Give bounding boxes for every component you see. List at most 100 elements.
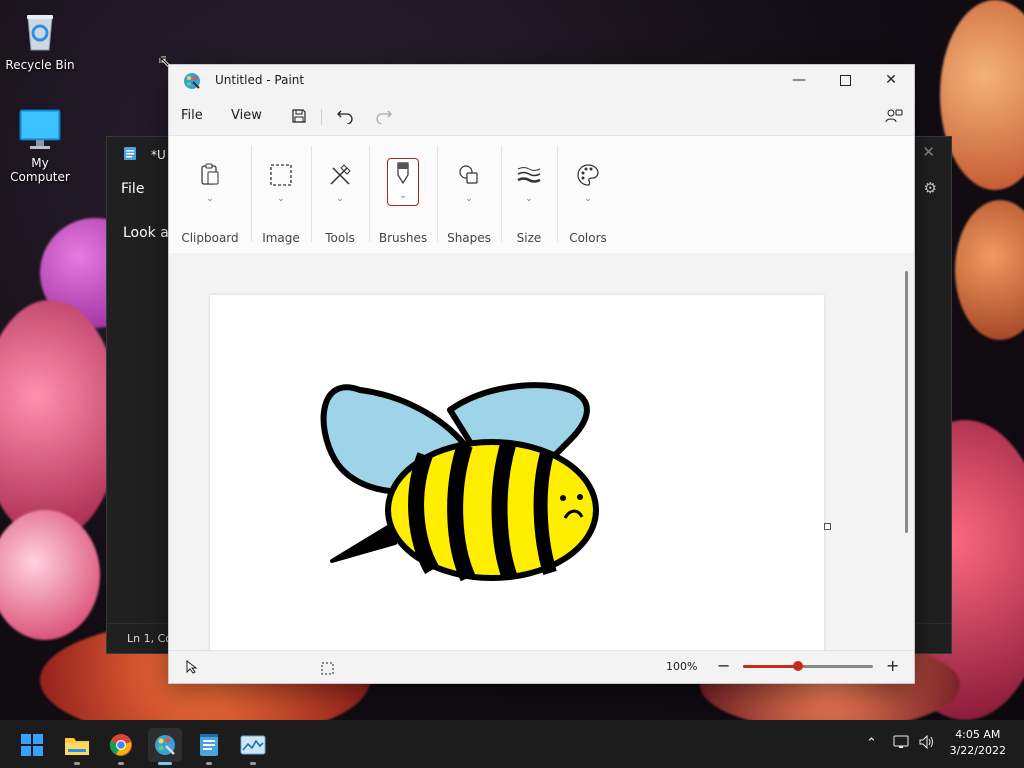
tools-icon	[327, 162, 353, 188]
volume-icon[interactable]	[918, 734, 936, 754]
taskbar: ⌃ 4:05 AM 3/22/2022	[0, 720, 1024, 768]
window-title: Untitled - Paint	[215, 73, 305, 87]
desktop-icon-my-computer[interactable]: My Computer	[0, 108, 80, 184]
maximize-button[interactable]	[822, 65, 868, 95]
chevron-down-icon: ⌄	[206, 194, 214, 204]
tray-chevron-up-icon[interactable]: ⌃	[866, 736, 877, 751]
ribbon-group-label: Colors	[569, 231, 607, 245]
notepad-app-icon	[123, 145, 137, 164]
chevron-down-icon: ⌄	[525, 194, 533, 204]
menu-file[interactable]: File	[181, 108, 203, 123]
selection-icon	[268, 162, 294, 188]
running-indicator	[250, 762, 256, 765]
bee-eye	[560, 495, 566, 501]
running-indicator-active	[158, 762, 172, 765]
ribbon-group-clipboard[interactable]: ⌄ Clipboard	[169, 136, 251, 254]
wallpaper-orange-blob	[940, 0, 1024, 190]
save-button[interactable]	[288, 105, 310, 127]
chevron-down-icon: ⌄	[584, 194, 592, 204]
ribbon-group-label: Tools	[325, 231, 355, 245]
clipboard-icon	[197, 162, 223, 188]
selection-size-icon	[321, 660, 334, 679]
maximize-icon	[839, 74, 851, 86]
desktop-icon-label: Recycle Bin	[5, 58, 75, 72]
notepad-text-content[interactable]: Look a	[123, 225, 169, 241]
taskbar-notepad[interactable]	[192, 728, 226, 765]
palette-icon	[575, 162, 601, 188]
taskbar-chrome[interactable]	[104, 728, 138, 765]
running-indicator	[206, 762, 212, 765]
ribbon-group-colors[interactable]: ⌄ Colors	[557, 136, 619, 254]
taskbar-file-explorer[interactable]	[60, 728, 94, 765]
ribbon-group-label: Brushes	[378, 231, 428, 245]
task-manager-icon	[240, 735, 266, 755]
ribbon-group-brushes[interactable]: ⌄ Brushes	[369, 136, 437, 254]
bee-eye	[577, 494, 583, 500]
brush-selected-box[interactable]: ⌄	[387, 158, 419, 206]
drawing-canvas[interactable]	[210, 295, 824, 651]
clock-time: 4:05 AM	[955, 728, 1001, 741]
ribbon-group-image[interactable]: ⌄ Image	[251, 136, 311, 254]
monitor-icon	[18, 108, 62, 152]
canvas-resize-handle[interactable]	[824, 523, 831, 530]
ribbon-group-label: Image	[262, 231, 300, 245]
ribbon-group-shapes[interactable]: ⌄ Shapes	[437, 136, 501, 254]
zoom-slider-fill	[743, 665, 798, 668]
notepad-title: *U	[151, 147, 166, 162]
desktop-icon-label: My Computer	[10, 156, 70, 184]
taskbar-paint[interactable]	[148, 728, 182, 765]
close-button[interactable]: ✕	[868, 65, 914, 95]
zoom-level[interactable]: 100%	[666, 660, 697, 673]
shapes-icon	[456, 162, 482, 188]
ribbon: ⌄ Clipboard ⌄ Image ⌄ Tools ⌄ Brushes ⌄ …	[169, 135, 914, 255]
paint-icon	[155, 735, 175, 755]
paint-app-icon	[183, 72, 201, 90]
size-icon	[516, 162, 542, 188]
zoom-in-button[interactable]: +	[886, 656, 899, 675]
zoom-slider[interactable]	[743, 661, 873, 671]
canvas-area[interactable]	[169, 253, 914, 651]
cursor-position-icon	[185, 659, 199, 678]
paint-titlebar[interactable]: Untitled - Paint — ✕	[169, 65, 914, 95]
zoom-out-button[interactable]: −	[717, 656, 730, 675]
menu-view[interactable]: View	[231, 108, 262, 123]
zoom-slider-thumb[interactable]	[792, 661, 803, 671]
wallpaper-pink-blob-2	[0, 510, 100, 640]
notepad-cursor-position: Ln 1, Co	[127, 632, 172, 645]
start-button[interactable]	[15, 728, 49, 762]
chevron-down-icon: ⌄	[399, 191, 407, 201]
notepad-settings-gear-icon[interactable]: ⚙	[924, 179, 937, 197]
vertical-scrollbar[interactable]	[905, 271, 908, 533]
notepad-menu-file[interactable]: File	[121, 181, 144, 197]
brush-icon	[397, 162, 409, 185]
taskbar-task-manager[interactable]	[236, 728, 270, 765]
notepad-close-icon[interactable]: ✕	[922, 143, 935, 161]
file-explorer-icon	[65, 738, 89, 755]
recycle-bin-icon	[18, 10, 62, 54]
statusbar: 100% − +	[169, 650, 914, 683]
clock-date: 3/22/2022	[949, 744, 1006, 757]
network-icon[interactable]	[893, 734, 911, 754]
desktop-icon-recycle-bin[interactable]: Recycle Bin	[0, 10, 80, 72]
chrome-icon	[109, 734, 132, 756]
taskbar-clock[interactable]: 4:05 AM 3/22/2022	[950, 727, 1006, 759]
chevron-down-icon: ⌄	[336, 194, 344, 204]
wallpaper-orange-blob-2	[955, 200, 1024, 340]
minimize-button[interactable]: —	[776, 65, 822, 95]
paint-window[interactable]: Untitled - Paint — ✕ File View ⌄ Clipboa…	[168, 64, 915, 684]
menubar: File View	[169, 95, 914, 135]
bee-stinger	[330, 525, 397, 563]
menubar-separator	[321, 109, 322, 125]
ribbon-group-tools[interactable]: ⌄ Tools	[311, 136, 369, 254]
redo-icon	[376, 110, 392, 124]
start-icon	[21, 734, 43, 756]
account-button[interactable]	[883, 105, 905, 127]
ribbon-group-size[interactable]: ⌄ Size	[501, 136, 557, 254]
redo-button[interactable]	[373, 105, 395, 127]
wallpaper-pink-blob	[0, 300, 120, 540]
notepad-titlebar[interactable]: *U	[123, 145, 166, 164]
notepad-icon	[200, 734, 218, 756]
ribbon-group-label: Shapes	[447, 231, 491, 245]
undo-button[interactable]	[334, 105, 356, 127]
bee-drawing	[320, 382, 599, 582]
